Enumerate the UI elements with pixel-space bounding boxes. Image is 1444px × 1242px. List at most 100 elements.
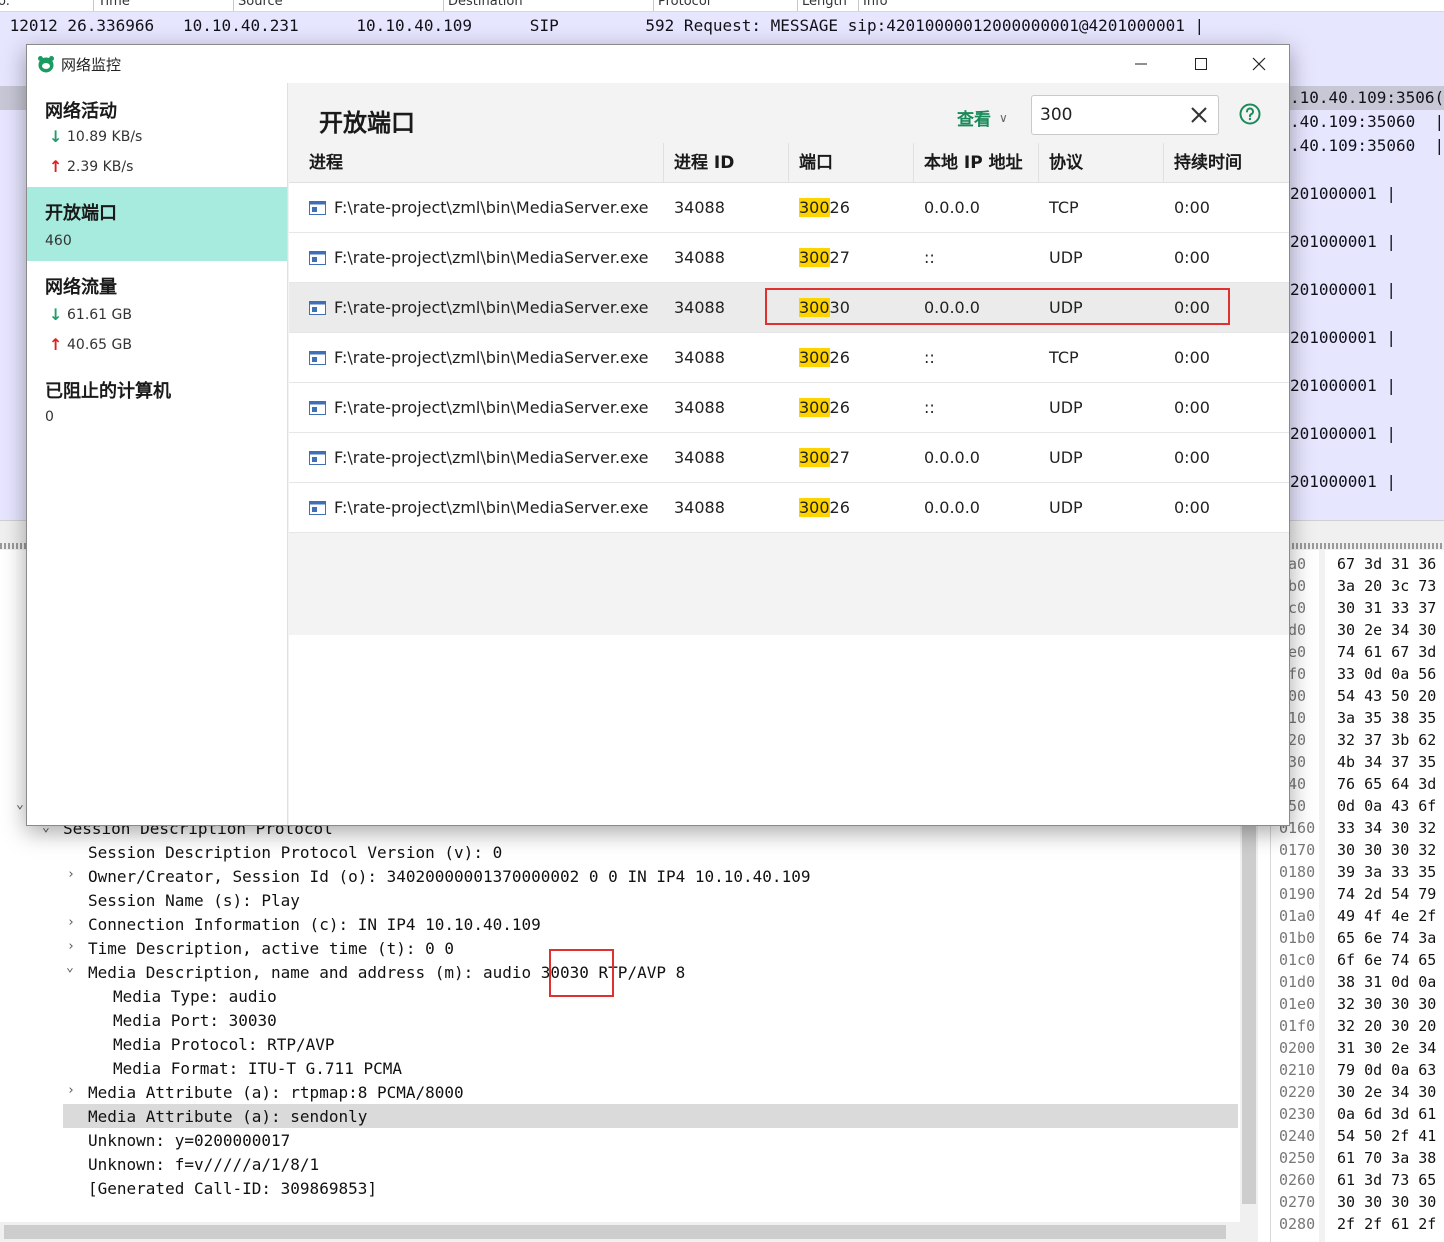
process-id: 34088: [674, 298, 725, 317]
chevron-right-icon[interactable]: ›: [67, 915, 75, 930]
tree-line[interactable]: Connection Information (c): IN IP4 10.10…: [88, 913, 541, 937]
column-header-port[interactable]: 端口: [799, 143, 833, 183]
column-header-protocol[interactable]: 协议: [1049, 143, 1083, 183]
tree-line[interactable]: Media Protocol: RTP/AVP: [113, 1033, 335, 1057]
column-destination[interactable]: Destination: [448, 0, 523, 9]
upload-rate-value: 2.39 KB/s: [67, 158, 134, 175]
hex-row[interactable]: 01a0 49 4f 4e 2f: [1279, 905, 1436, 927]
table-row[interactable]: F:\rate-project\zml\bin\MediaServer.exe …: [289, 333, 1289, 383]
column-header-local-ip[interactable]: 本地 IP 地址: [924, 143, 1023, 183]
chevron-down-icon[interactable]: ⌄: [16, 797, 24, 812]
port-suffix: 26: [829, 398, 850, 417]
scrollbar-thumb[interactable]: [4, 1225, 1226, 1239]
search-box[interactable]: [1031, 95, 1219, 135]
column-no[interactable]: o.: [0, 0, 10, 9]
table-row[interactable]: F:\rate-project\zml\bin\MediaServer.exe …: [289, 433, 1289, 483]
hex-row[interactable]: 0200 31 30 2e 34: [1279, 1037, 1436, 1059]
hex-bytes: 32 30 30 30: [1337, 995, 1437, 1013]
chevron-right-icon[interactable]: ›: [67, 939, 75, 954]
tree-line[interactable]: Media Attribute (a): rtpmap:8 PCMA/8000: [88, 1081, 464, 1105]
column-header-process[interactable]: 进程: [309, 143, 343, 183]
tree-line[interactable]: Media Format: ITU-T G.711 PCMA: [113, 1057, 402, 1081]
traffic-up: ↑ 40.65 GB: [49, 335, 132, 354]
tree-line[interactable]: Unknown: y=0200000017: [88, 1129, 290, 1153]
tree-line[interactable]: Media Type: audio: [113, 985, 277, 1009]
hex-row[interactable]: 0250 61 70 3a 38: [1279, 1147, 1436, 1169]
close-button[interactable]: [1229, 45, 1289, 83]
chevron-right-icon[interactable]: ›: [67, 1083, 75, 1098]
packet-row[interactable]: 12012 26.336966 10.10.40.231 10.10.40.10…: [0, 14, 1444, 38]
search-input[interactable]: [1040, 104, 1180, 126]
sidebar-item-network-traffic[interactable]: 网络流量 ↓ 61.61 GB ↑ 40.65 GB: [27, 261, 287, 365]
hex-row[interactable]: 0210 79 0d 0a 63: [1279, 1059, 1436, 1081]
scrollbar-thumb[interactable]: [1242, 824, 1256, 1204]
details-vertical-scrollbar[interactable]: [1240, 818, 1258, 1222]
table-row[interactable]: F:\rate-project\zml\bin\MediaServer.exe …: [289, 183, 1289, 233]
column-source[interactable]: Source: [238, 0, 283, 9]
hex-row[interactable]: 0270 30 30 30 30: [1279, 1191, 1436, 1213]
hex-row[interactable]: 01f0 32 20 30 20: [1279, 1015, 1436, 1037]
tree-line[interactable]: Media Port: 30030: [113, 1009, 277, 1033]
table-row[interactable]: F:\rate-project\zml\bin\MediaServer.exe …: [289, 233, 1289, 283]
port-suffix: 27: [829, 248, 850, 267]
table-row[interactable]: F:\rate-project\zml\bin\MediaServer.exe …: [289, 383, 1289, 433]
hex-row[interactable]: 0180 39 3a 33 35: [1279, 861, 1436, 883]
annotation-box: [549, 949, 614, 997]
duration: 0:00: [1174, 198, 1210, 217]
tree-line[interactable]: Unknown: f=v/////a/1/8/1: [88, 1153, 319, 1177]
process-id: 34088: [674, 348, 725, 367]
tree-line[interactable]: Session Name (s): Play: [88, 889, 300, 913]
duration: 0:00: [1174, 348, 1210, 367]
clear-search-icon[interactable]: [1188, 104, 1210, 126]
main-panel: 开放端口 查看 ∨ 进程 进程 ID 端口 本地 I: [289, 83, 1289, 825]
table-row[interactable]: F:\rate-project\zml\bin\MediaServer.exe …: [289, 483, 1289, 533]
hex-row[interactable]: 01c0 6f 6e 74 65: [1279, 949, 1436, 971]
tree-line[interactable]: Time Description, active time (t): 0 0: [88, 937, 454, 961]
search-match: 300: [799, 198, 830, 217]
hex-row[interactable]: 0280 2f 2f 61 2f: [1279, 1213, 1436, 1235]
hex-row[interactable]: 0170 30 30 30 32: [1279, 839, 1436, 861]
tree-line[interactable]: [Generated Call-ID: 309869853]: [88, 1177, 377, 1201]
column-header-duration[interactable]: 持续时间: [1174, 143, 1242, 183]
minimize-button[interactable]: [1111, 45, 1171, 83]
hex-row[interactable]: 0230 0a 6d 3d 61: [1279, 1103, 1436, 1125]
hex-row[interactable]: 01e0 32 30 30 30: [1279, 993, 1436, 1015]
tree-line[interactable]: Owner/Creator, Session Id (o): 340200000…: [88, 865, 810, 889]
hex-offset: 0230: [1279, 1105, 1316, 1123]
view-dropdown[interactable]: 查看 ∨: [957, 105, 1008, 130]
hex-offset: 0180: [1279, 863, 1316, 881]
search-match: 300: [799, 248, 830, 267]
hex-row[interactable]: 0240 54 50 2f 41: [1279, 1125, 1436, 1147]
column-length[interactable]: Length: [802, 0, 847, 9]
port-number: 30026: [799, 483, 850, 533]
arrow-down-icon: ↓: [49, 305, 63, 324]
sidebar-item-title: 网络活动: [45, 101, 117, 122]
hex-row[interactable]: 0260 61 3d 73 65: [1279, 1169, 1436, 1191]
help-icon[interactable]: [1239, 103, 1261, 125]
column-time[interactable]: Time: [98, 0, 130, 9]
hex-row[interactable]: 0220 30 2e 34 30: [1279, 1081, 1436, 1103]
process-id: 34088: [674, 248, 725, 267]
hex-row[interactable]: 01b0 65 6e 74 3a: [1279, 927, 1436, 949]
sidebar-item-network-activity[interactable]: 网络活动 ↓ 10.89 KB/s ↑ 2.39 KB/s: [27, 83, 287, 187]
column-info[interactable]: Info: [863, 0, 888, 9]
hex-bytes-pane[interactable]: 0a0 67 3d 31 36 0b0 3a 20 3c 73 0c0 30 31 33 …: [1270, 550, 1444, 1242]
column-header-pid[interactable]: 进程 ID: [674, 143, 734, 183]
hex-bytes: 3a 20 3c 73: [1337, 577, 1437, 595]
chevron-right-icon[interactable]: ›: [67, 867, 75, 882]
chevron-down-icon[interactable]: ⌄: [66, 960, 74, 975]
hex-row[interactable]: 0190 74 2d 54 79: [1279, 883, 1436, 905]
title-bar[interactable]: 网络监控: [27, 45, 1289, 83]
port-suffix: 27: [829, 448, 850, 467]
details-horizontal-scrollbar[interactable]: [0, 1222, 1258, 1242]
sidebar-item-blocked-computers[interactable]: 已阻止的计算机 0: [27, 365, 287, 437]
sidebar-item-open-ports[interactable]: 开放端口 460: [27, 187, 287, 261]
local-ip: ::: [924, 248, 935, 267]
maximize-button[interactable]: [1171, 45, 1231, 83]
hex-row[interactable]: 01d0 38 31 0d 0a: [1279, 971, 1436, 993]
column-protocol[interactable]: Protocol: [658, 0, 710, 9]
tree-line[interactable]: Session Description Protocol Version (v)…: [88, 841, 502, 865]
search-match: 300: [799, 398, 830, 417]
tree-line-selected[interactable]: Media Attribute (a): sendonly: [88, 1105, 367, 1129]
table-row-selected[interactable]: F:\rate-project\zml\bin\MediaServer.exe …: [289, 283, 1289, 333]
